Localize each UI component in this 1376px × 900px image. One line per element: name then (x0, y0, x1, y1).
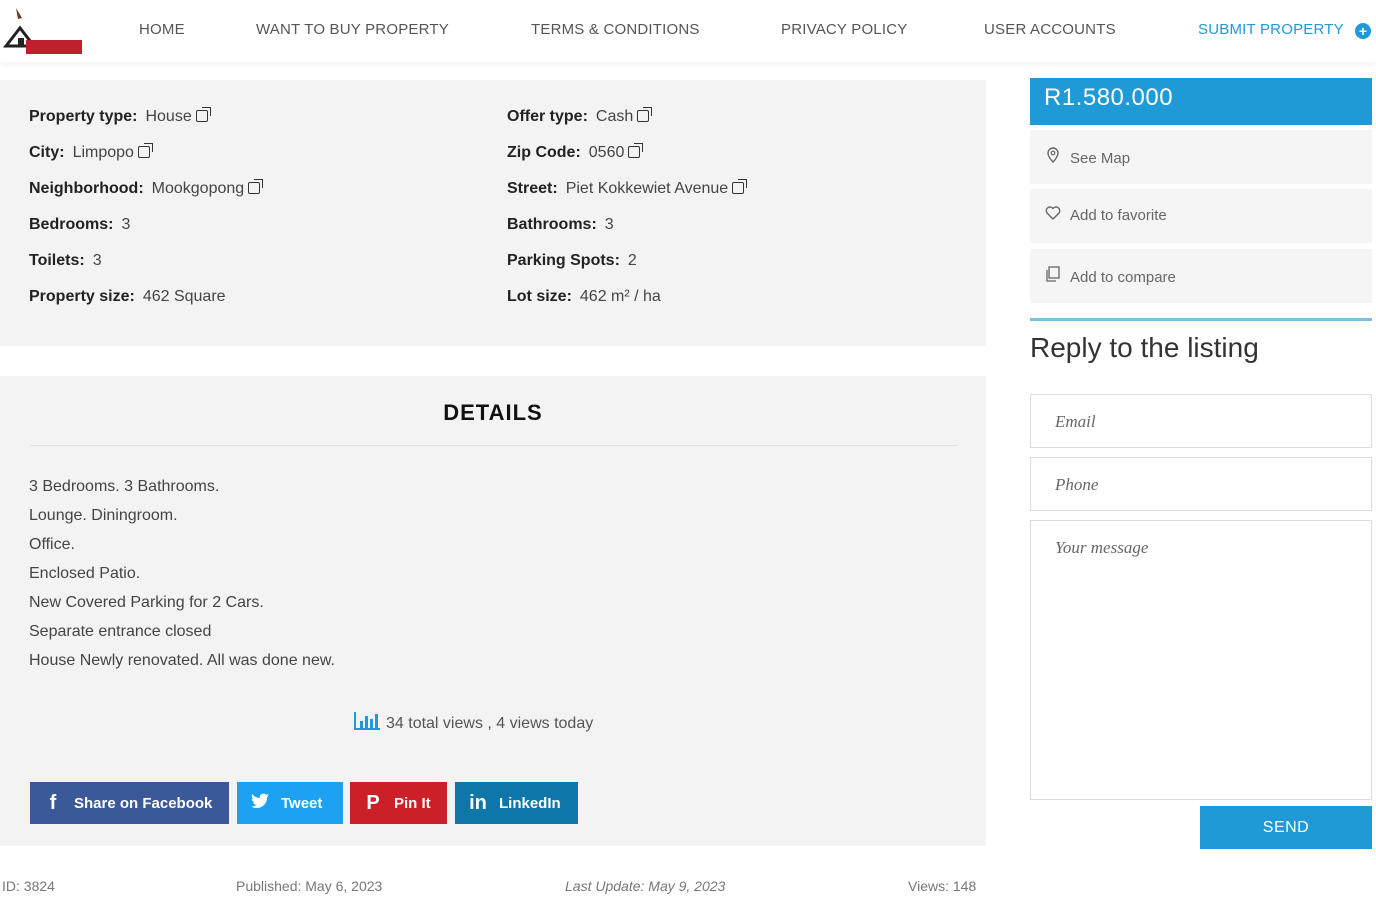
divider (30, 445, 958, 446)
attr-label: Bedrooms: (29, 216, 114, 233)
description-line: 3 Bedrooms. 3 Bathrooms. (29, 478, 220, 495)
attr-value: 3 (121, 216, 131, 233)
details-section: DETAILS 3 Bedrooms. 3 Bathrooms. Lounge.… (0, 376, 986, 846)
attr-value: 462 m² / ha (579, 288, 661, 305)
copy-icon (1044, 266, 1062, 286)
details-title: DETAILS (443, 400, 543, 425)
description-line: Separate entrance closed (29, 623, 212, 640)
attr-label: Lot size: (507, 288, 572, 305)
attr-value[interactable]: 0560 (589, 144, 625, 161)
attr-label: Offer type: (507, 108, 588, 125)
see-map-button[interactable]: See Map (1030, 130, 1372, 184)
description-line: House Newly renovated. All was done new. (29, 652, 335, 669)
site-header: HOME WANT TO BUY PROPERTY TERMS & CONDIT… (0, 0, 1376, 62)
nav-home[interactable]: HOME (139, 21, 185, 38)
share-pinterest-button[interactable]: P Pin It (350, 782, 447, 824)
nav-submit-property[interactable]: SUBMIT PROPERTY (1198, 21, 1344, 38)
main-nav: HOME WANT TO BUY PROPERTY TERMS & CONDIT… (0, 21, 1376, 41)
attr-value[interactable]: House (145, 108, 191, 125)
attr-neighborhood: Neighborhood: Mookgopong (29, 179, 264, 198)
attr-property-size: Property size: 462 Square (29, 288, 226, 306)
attr-value: 3 (92, 252, 102, 269)
share-linkedin-button[interactable]: in LinkedIn (455, 782, 578, 824)
add-to-favorite-button[interactable]: Add to favorite (1030, 189, 1372, 243)
share-label: Share on Facebook (74, 794, 213, 812)
attr-value[interactable]: Limpopo (73, 144, 134, 161)
nav-privacy[interactable]: PRIVACY POLICY (781, 21, 907, 38)
attr-zip: Zip Code: 0560 (507, 143, 644, 162)
attr-bedrooms: Bedrooms: 3 (29, 216, 130, 234)
attr-label: Property size: (29, 288, 135, 305)
twitter-bird-icon (251, 792, 269, 815)
listing-id: ID: 3824 (2, 878, 55, 894)
external-link-icon[interactable] (195, 107, 211, 122)
published-date: Published: May 6, 2023 (236, 878, 383, 894)
share-label: Pin It (394, 794, 431, 812)
attr-label: Toilets: (29, 252, 85, 269)
attr-value: 462 Square (142, 288, 226, 305)
external-link-icon[interactable] (628, 143, 644, 158)
facebook-icon: f (49, 791, 57, 814)
see-map-label: See Map (1070, 150, 1131, 167)
attr-label: Zip Code: (507, 144, 581, 161)
attr-parking: Parking Spots: 2 (507, 252, 637, 270)
attr-value: 3 (604, 216, 614, 233)
attr-bathrooms: Bathrooms: 3 (507, 216, 614, 234)
external-link-icon[interactable] (248, 179, 264, 194)
price-banner: R1.580.000 (1030, 78, 1372, 125)
external-link-icon[interactable] (637, 107, 653, 122)
attr-label: Neighborhood: (29, 180, 144, 197)
bar-chart-icon (354, 712, 380, 730)
nav-terms[interactable]: TERMS & CONDITIONS (531, 21, 700, 38)
attr-offer-type: Offer type: Cash (507, 107, 653, 126)
divider (1030, 318, 1372, 321)
description-line: Office. (29, 536, 75, 553)
description-line: New Covered Parking for 2 Cars. (29, 594, 264, 611)
phone-field[interactable]: Phone (1030, 457, 1372, 511)
add-to-compare-button[interactable]: Add to compare (1030, 249, 1372, 303)
send-button[interactable]: SEND (1200, 806, 1372, 849)
last-update-date: Last Update: May 9, 2023 (565, 878, 726, 894)
attr-toilets: Toilets: 3 (29, 252, 102, 270)
views-text: 34 total views , 4 views today (386, 715, 594, 732)
attr-value[interactable]: Mookgopong (152, 180, 245, 197)
pinterest-icon: P (366, 791, 380, 814)
nav-want-to-buy[interactable]: WANT TO BUY PROPERTY (256, 21, 449, 38)
description-line: Enclosed Patio. (29, 565, 141, 582)
share-label: Tweet (281, 794, 323, 812)
attr-value[interactable]: Cash (596, 108, 633, 125)
plus-circle-icon[interactable]: + (1355, 23, 1371, 39)
attr-label: Bathrooms: (507, 216, 597, 233)
attr-label: Street: (507, 180, 558, 197)
reply-title: Reply to the listing (1030, 332, 1259, 363)
attr-value: 2 (627, 252, 637, 269)
share-label: LinkedIn (499, 794, 561, 812)
favorite-label: Add to favorite (1070, 207, 1167, 224)
attr-lot-size: Lot size: 462 m² / ha (507, 288, 661, 306)
linkedin-icon: in (469, 791, 487, 814)
views-total: Views: 148 (908, 878, 977, 894)
views-counter: 34 total views , 4 views today (354, 712, 593, 733)
attr-street: Street: Piet Kokkewiet Avenue (507, 179, 748, 198)
attr-city: City: Limpopo (29, 143, 153, 162)
email-field[interactable]: Email (1030, 394, 1372, 448)
property-attributes: Property type: House Offer type: Cash City… (0, 80, 986, 346)
attr-property-type: Property type: House (29, 107, 211, 126)
map-pin-icon (1044, 147, 1062, 167)
external-link-icon[interactable] (137, 143, 153, 158)
attr-label: Parking Spots: (507, 252, 620, 269)
description-line: Lounge. Diningroom. (29, 507, 178, 524)
attr-value[interactable]: Piet Kokkewiet Avenue (566, 180, 728, 197)
external-link-icon[interactable] (732, 179, 748, 194)
heart-icon (1044, 206, 1062, 224)
attr-label: City: (29, 144, 65, 161)
nav-user-accounts[interactable]: USER ACCOUNTS (984, 21, 1116, 38)
compare-label: Add to compare (1070, 269, 1176, 286)
attr-label: Property type: (29, 108, 138, 125)
share-facebook-button[interactable]: f Share on Facebook (30, 782, 229, 824)
share-twitter-button[interactable]: Tweet (237, 782, 343, 824)
message-textarea[interactable]: Your message (1030, 520, 1372, 800)
